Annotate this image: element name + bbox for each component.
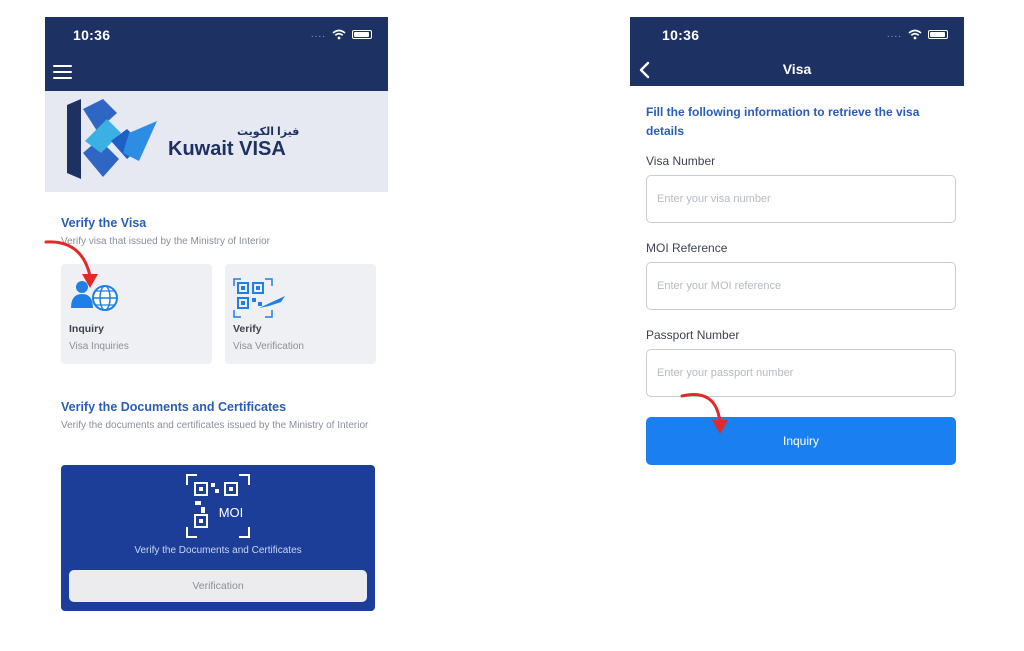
visa-number-label: Visa Number xyxy=(646,154,716,168)
inquiry-button[interactable]: Inquiry xyxy=(646,417,956,465)
signal-dots: .... xyxy=(310,29,326,40)
verify-tile-title: Verify xyxy=(233,323,262,335)
hamburger-menu-icon[interactable] xyxy=(53,65,72,79)
verify-documents-card-label: Verify the Documents and Certificates xyxy=(134,545,302,556)
status-time: 10:36 xyxy=(73,27,111,43)
top-navbar xyxy=(45,53,388,91)
wifi-icon xyxy=(908,29,922,40)
qr-moi-icon: MOI xyxy=(186,474,250,538)
page-title: Visa xyxy=(782,61,812,77)
verify-tile-subtitle: Visa Verification xyxy=(233,341,304,352)
top-navbar: Visa xyxy=(630,53,964,86)
signal-dots: .... xyxy=(886,29,902,40)
status-icons: .... xyxy=(311,29,372,40)
logo-text: Kuwait VISA xyxy=(168,138,286,160)
inquiry-tile-title: Inquiry xyxy=(69,323,105,335)
verify-docs-description: Verify the documents and certificates is… xyxy=(61,420,369,431)
verify-tile[interactable]: Verify Visa Verification xyxy=(225,264,376,364)
verify-docs-title: Verify the Documents and Certificates xyxy=(61,400,287,414)
status-bar: 10:36 .... xyxy=(45,17,388,53)
battery-icon xyxy=(352,30,372,39)
wifi-icon xyxy=(332,29,346,40)
visa-number-input[interactable] xyxy=(646,175,956,223)
person-globe-icon xyxy=(71,281,118,311)
left-phone-screen: 10:36 .... فيزا الكويت Kuwait VISA Verif… xyxy=(45,17,388,617)
moi-reference-input[interactable] xyxy=(646,262,956,310)
kuwait-visa-banner: فيزا الكويت Kuwait VISA xyxy=(45,91,388,192)
moi-reference-label: MOI Reference xyxy=(646,241,728,255)
qr-moi-badge: MOI xyxy=(219,505,244,520)
intro-text: Fill the following information to retrie… xyxy=(646,105,920,138)
passport-number-label: Passport Number xyxy=(646,328,740,342)
logo-arabic-text: فيزا الكويت xyxy=(237,126,300,138)
verify-visa-description: Verify visa that issued by the Ministry … xyxy=(61,236,270,247)
battery-icon xyxy=(928,30,948,39)
inquiry-tile[interactable]: Inquiry Visa Inquiries xyxy=(61,264,212,364)
inquiry-tile-subtitle: Visa Inquiries xyxy=(69,341,129,352)
status-bar: 10:36 .... xyxy=(630,17,964,53)
status-time: 10:36 xyxy=(662,27,700,43)
kuwait-visa-logo-icon xyxy=(67,99,157,179)
verification-button[interactable]: Verification xyxy=(69,570,367,602)
verify-visa-title: Verify the Visa xyxy=(61,216,147,230)
right-phone-screen: 10:36 .... Visa Fill the following infor… xyxy=(630,17,964,497)
verify-documents-card: MOI Verify the Documents and Certificate… xyxy=(61,465,375,611)
passport-number-input[interactable] xyxy=(646,349,956,397)
status-icons: .... xyxy=(887,29,948,40)
qr-plane-icon xyxy=(233,278,285,318)
